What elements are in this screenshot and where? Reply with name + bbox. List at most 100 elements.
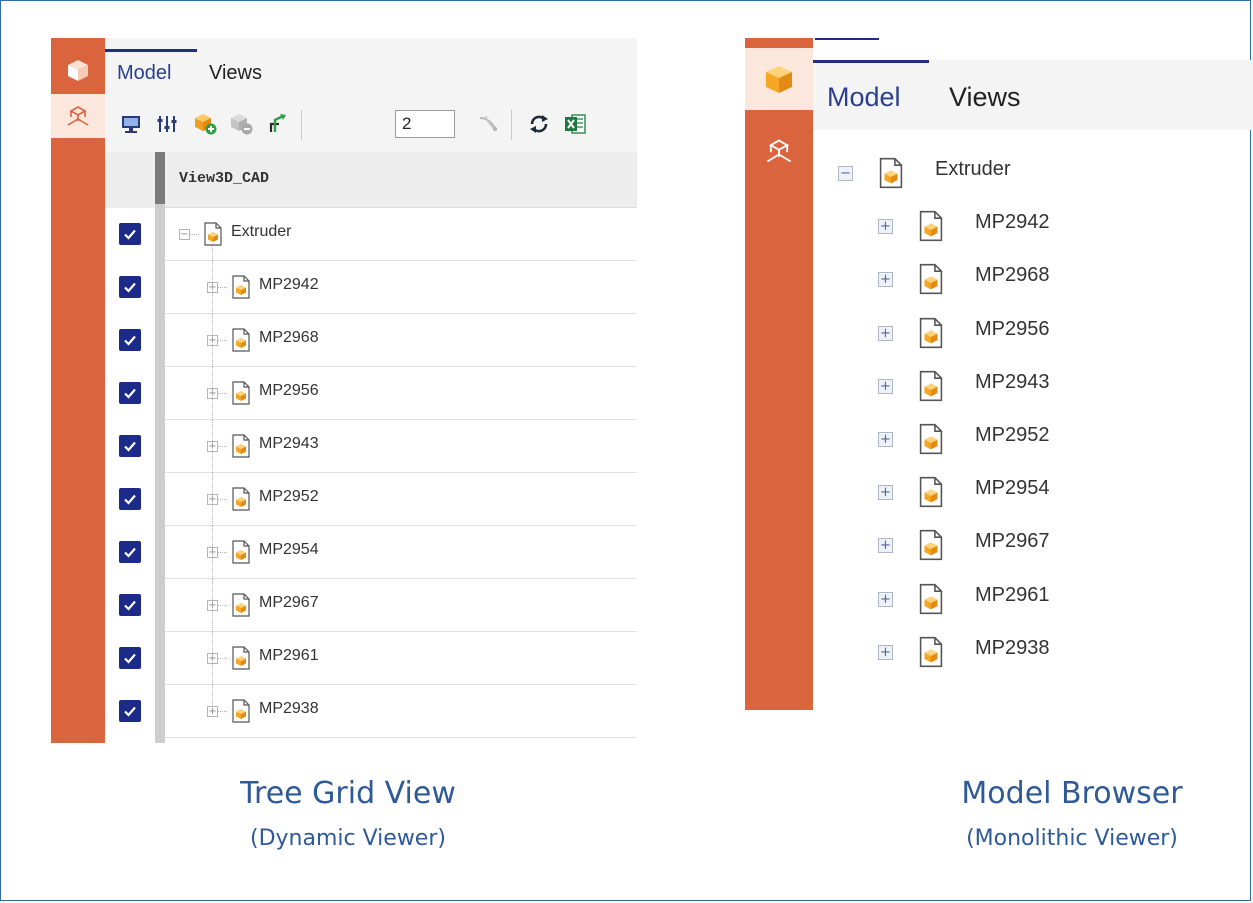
rail-structure-button[interactable] (51, 94, 105, 138)
part-icon (919, 476, 943, 508)
row-checkbox[interactable] (119, 647, 141, 669)
expand-toggle[interactable]: + (207, 706, 218, 717)
expand-tree-button[interactable] (263, 110, 291, 138)
checkbox-column-header (105, 152, 155, 208)
row-checkbox[interactable] (119, 488, 141, 510)
caption-subtitle-model-browser: (Monolithic Viewer) (966, 826, 1178, 851)
grid-header[interactable]: View3D_CAD (165, 152, 637, 208)
row-checkbox[interactable] (119, 435, 141, 457)
tree-node-label: MP2967 (259, 594, 319, 611)
tree-node-label[interactable]: MP2942 (975, 211, 1050, 234)
tree-row[interactable]: + MP2968 (165, 314, 637, 367)
tree-root-label[interactable]: Extruder (935, 158, 1011, 181)
tree-node-label[interactable]: MP2956 (975, 318, 1050, 341)
excel-export-button[interactable] (561, 110, 589, 138)
tree-connector (218, 605, 227, 606)
tab-views[interactable]: Views (949, 82, 1021, 113)
tab-bar: Model Views (813, 60, 1253, 130)
tree-row[interactable]: + MP2952 (165, 473, 637, 526)
tree-row[interactable]: + MP2954 (165, 526, 637, 579)
tree-connector (218, 499, 227, 500)
tree-node-label[interactable]: MP2961 (975, 584, 1050, 607)
tree-connector (212, 579, 213, 632)
rail-structure-button[interactable] (745, 128, 813, 174)
tab-views[interactable]: Views (209, 62, 262, 85)
model-browser-panel: Model Views − Extruder + MP2942 + MP2968 + MP29… (745, 38, 1253, 710)
part-icon (919, 210, 943, 242)
part-icon (232, 540, 250, 564)
part-icon (232, 487, 250, 511)
part-icon (918, 476, 944, 508)
tree-row[interactable]: + MP2961 (165, 632, 637, 685)
tree-row[interactable]: + MP2956 (165, 367, 637, 420)
expand-toggle[interactable]: + (878, 219, 893, 234)
expand-toggle[interactable]: + (878, 485, 893, 500)
toolbar (105, 96, 637, 152)
column-splitter-handle[interactable] (155, 152, 165, 204)
add-part-button[interactable] (191, 110, 219, 138)
expand-toggle[interactable]: + (878, 326, 893, 341)
tree-connector (218, 287, 227, 288)
tree-node-label[interactable]: MP2952 (975, 424, 1050, 447)
tree-node-label[interactable]: MP2938 (975, 637, 1050, 660)
tree-row[interactable]: + MP2938 (165, 685, 637, 738)
expand-toggle[interactable]: + (878, 592, 893, 607)
tree-connector (218, 711, 227, 712)
tree-connector (218, 552, 227, 553)
tree-node-label[interactable]: MP2943 (975, 371, 1050, 394)
tree-connector (212, 314, 213, 367)
row-checkbox[interactable] (119, 382, 141, 404)
tree-node-label: MP2942 (259, 276, 319, 293)
rail-cube-button[interactable] (745, 48, 813, 110)
tree-connector (212, 420, 213, 473)
row-checkbox[interactable] (119, 700, 141, 722)
expand-level-input[interactable] (395, 110, 455, 138)
tree-node-label[interactable]: MP2967 (975, 530, 1050, 553)
tree-node-label[interactable]: MP2968 (975, 264, 1050, 287)
part-icon (919, 317, 943, 349)
tree-row-root[interactable]: − Extruder (165, 208, 637, 261)
tab-model[interactable]: Model (827, 82, 901, 113)
display-button[interactable] (117, 110, 145, 138)
tree-node-label: Extruder (231, 223, 292, 240)
excel-export-icon (565, 114, 586, 134)
expand-toggle[interactable]: + (878, 538, 893, 553)
rail-cube-button[interactable] (51, 46, 105, 94)
expand-toggle[interactable]: + (878, 272, 893, 287)
active-tab-indicator (813, 60, 929, 63)
collapse-toggle[interactable]: − (179, 229, 190, 240)
tree-connector (212, 473, 213, 526)
refresh-button[interactable] (525, 110, 553, 138)
tree-row[interactable]: + MP2942 (165, 261, 637, 314)
filter-settings-button[interactable] (153, 110, 181, 138)
caption-title-model-browser: Model Browser (961, 776, 1183, 811)
expand-toggle[interactable]: + (878, 432, 893, 447)
tab-model[interactable]: Model (117, 62, 171, 85)
tree-node-label: MP2961 (259, 647, 319, 664)
checkmark-icon (124, 229, 136, 240)
part-icon (918, 636, 944, 668)
tree-connector (212, 367, 213, 420)
tree-connector (212, 526, 213, 579)
column-splitter[interactable] (155, 152, 165, 743)
part-icon (918, 317, 944, 349)
row-checkbox[interactable] (119, 276, 141, 298)
collapse-level-button[interactable] (475, 110, 503, 138)
tree-node-label[interactable]: MP2954 (975, 477, 1050, 500)
collapse-toggle[interactable]: − (838, 166, 853, 181)
row-checkbox[interactable] (119, 594, 141, 616)
part-icon (231, 593, 251, 617)
part-icon (919, 529, 943, 561)
remove-part-button[interactable] (227, 110, 255, 138)
tree-row[interactable]: + MP2943 (165, 420, 637, 473)
expand-toggle[interactable]: + (878, 645, 893, 660)
row-checkbox[interactable] (119, 541, 141, 563)
expand-toggle[interactable]: + (878, 379, 893, 394)
cube-icon (68, 60, 88, 81)
remove-part-icon (231, 114, 253, 135)
row-checkbox[interactable] (119, 329, 141, 351)
row-checkbox[interactable] (119, 223, 141, 245)
tree-row[interactable]: + MP2967 (165, 579, 637, 632)
part-icon (918, 583, 944, 615)
tree-node-label: MP2968 (259, 329, 319, 346)
